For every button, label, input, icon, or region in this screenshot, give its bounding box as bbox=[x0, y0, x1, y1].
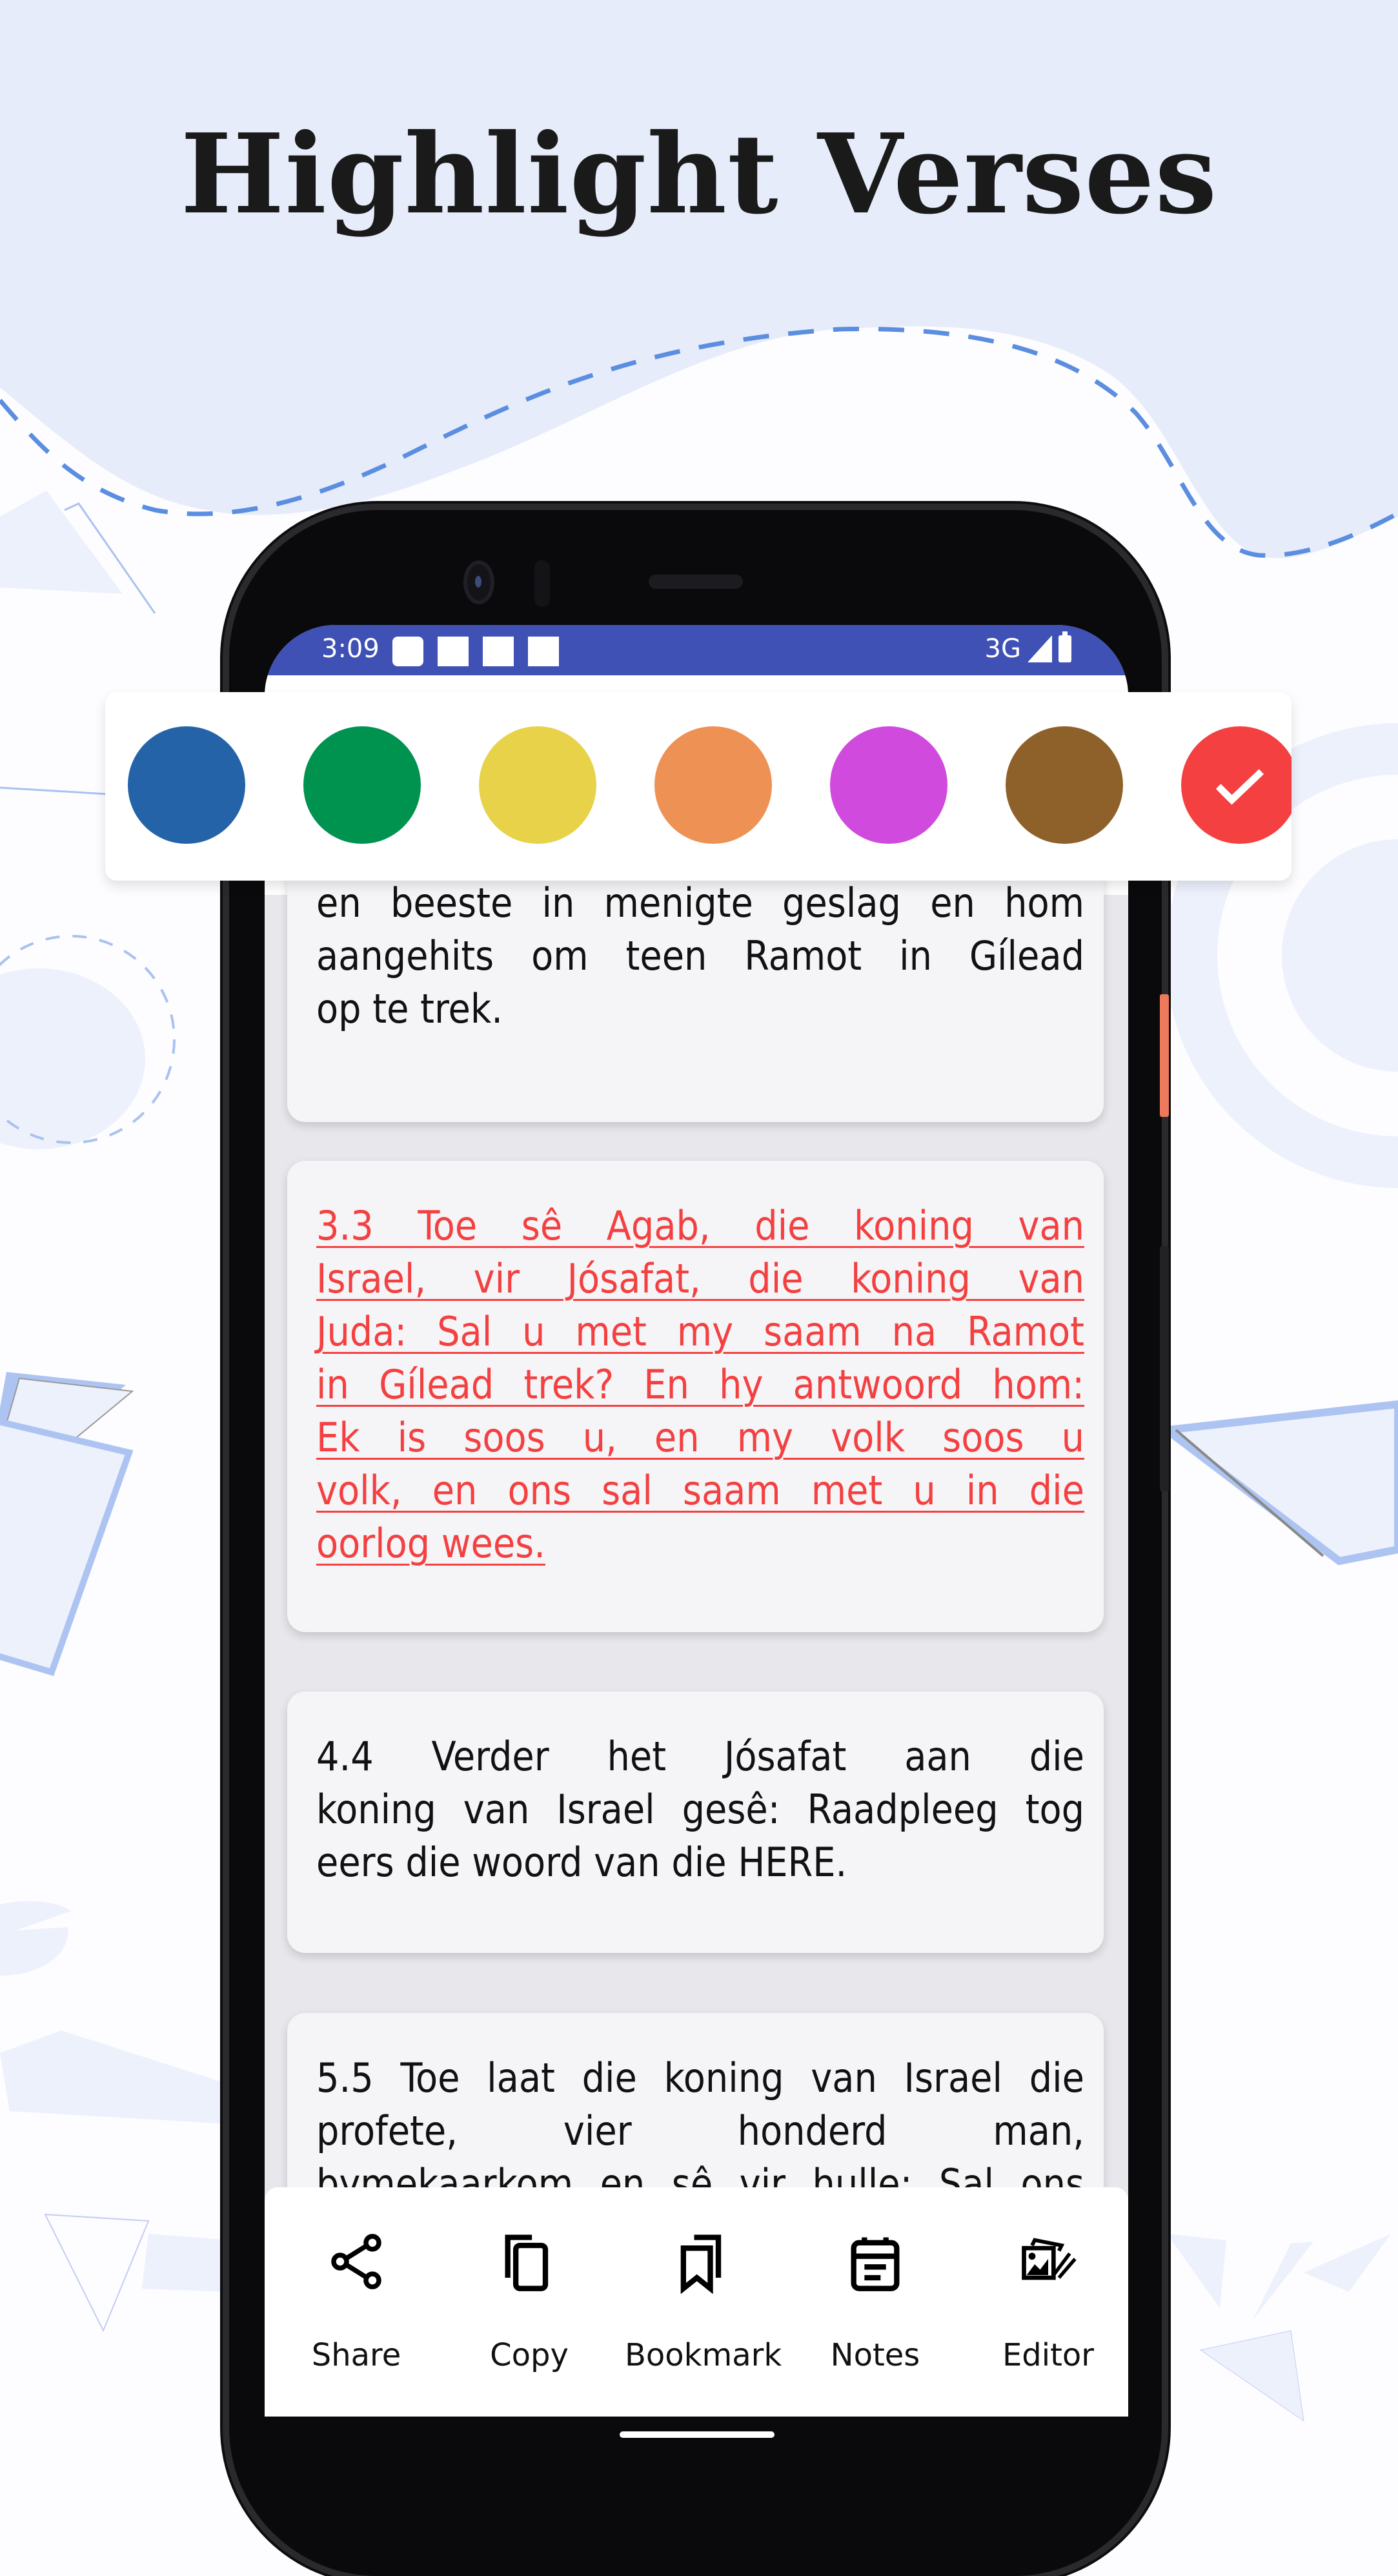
header-wave bbox=[0, 0, 1398, 558]
battery-icon bbox=[1059, 631, 1071, 662]
verse-text: 4.4 Verder het Jósafat aan die koning van… bbox=[316, 1733, 1084, 1886]
decor-circle bbox=[0, 968, 145, 1149]
share-icon bbox=[331, 2234, 381, 2289]
volume-button bbox=[1160, 1246, 1169, 1491]
editor-button[interactable]: Editor bbox=[971, 2187, 1126, 2417]
verse-card-highlighted[interactable]: 3.3 Toe sê Agab, die koning van Israel, v… bbox=[287, 1161, 1104, 1632]
verse-card[interactable]: 4.4 Verder het Jósafat aan die koning van… bbox=[287, 1692, 1104, 1953]
status-bar: 3:09 3G bbox=[265, 625, 1128, 675]
decor-triangle bbox=[142, 2234, 232, 2292]
color-swatch-blue[interactable] bbox=[128, 726, 245, 844]
bookmark-label: Bookmark bbox=[625, 2337, 782, 2373]
notification-icon bbox=[528, 637, 559, 666]
verse-text: en beeste in menigte geslag en hom aangeh… bbox=[316, 879, 1084, 1032]
highlight-color-palette bbox=[105, 692, 1292, 881]
notification-icon bbox=[392, 637, 423, 666]
checkmark-icon bbox=[1215, 769, 1264, 805]
notes-label: Notes bbox=[830, 2337, 920, 2373]
decor-triangle bbox=[1252, 2242, 1313, 2321]
decor-triangle bbox=[0, 491, 123, 594]
color-swatch-brown[interactable] bbox=[1006, 726, 1123, 844]
proximity-sensor bbox=[534, 560, 550, 607]
verse-text-highlighted: 3.3 Toe sê Agab, die koning van Israel, v… bbox=[316, 1202, 1084, 1567]
status-indicators: 3G bbox=[984, 631, 1071, 664]
color-swatch-red-selected[interactable] bbox=[1181, 726, 1292, 844]
power-button bbox=[1160, 994, 1169, 1117]
decor-book-cover bbox=[1157, 1400, 1398, 1566]
decor-triangle bbox=[1167, 2234, 1226, 2308]
phone-screen: 3:09 3G en beeste in menigte geslag en h… bbox=[265, 625, 1128, 2417]
share-button[interactable]: Share bbox=[279, 2187, 434, 2417]
share-label: Share bbox=[311, 2337, 401, 2373]
color-swatch-magenta[interactable] bbox=[830, 726, 947, 844]
color-swatch-orange[interactable] bbox=[654, 726, 772, 844]
verse-action-bar: Share Copy Bookmark Notes Editor bbox=[265, 2187, 1128, 2417]
editor-label: Editor bbox=[1002, 2337, 1095, 2373]
notes-icon bbox=[851, 2237, 900, 2291]
decor-triangle bbox=[44, 2213, 150, 2333]
earpiece-speaker bbox=[649, 575, 743, 589]
front-camera bbox=[463, 560, 494, 604]
color-swatch-yellow[interactable] bbox=[479, 726, 596, 844]
bookmark-button[interactable]: Bookmark bbox=[625, 2187, 782, 2417]
copy-button[interactable]: Copy bbox=[452, 2187, 607, 2417]
decor-triangle bbox=[1199, 2330, 1304, 2422]
editor-icon bbox=[1022, 2238, 1077, 2280]
copy-label: Copy bbox=[490, 2337, 569, 2373]
color-swatch-green[interactable] bbox=[303, 726, 421, 844]
decor-triangle bbox=[0, 2030, 232, 2124]
notes-button[interactable]: Notes bbox=[798, 2187, 953, 2417]
status-time: 3:09 bbox=[321, 634, 380, 664]
home-indicator[interactable] bbox=[620, 2431, 775, 2438]
signal-icon bbox=[1028, 635, 1052, 662]
notification-icon bbox=[483, 637, 514, 666]
network-type: 3G bbox=[984, 634, 1021, 664]
page-title: Highlight Verses bbox=[180, 110, 1218, 239]
copy-icon bbox=[505, 2234, 549, 2291]
decor-triangle bbox=[1304, 2234, 1391, 2292]
decor-book-cover bbox=[0, 1418, 134, 1677]
bookmark-icon bbox=[680, 2234, 722, 2294]
notification-icon bbox=[438, 637, 469, 666]
decor-pacman bbox=[0, 1901, 71, 1976]
